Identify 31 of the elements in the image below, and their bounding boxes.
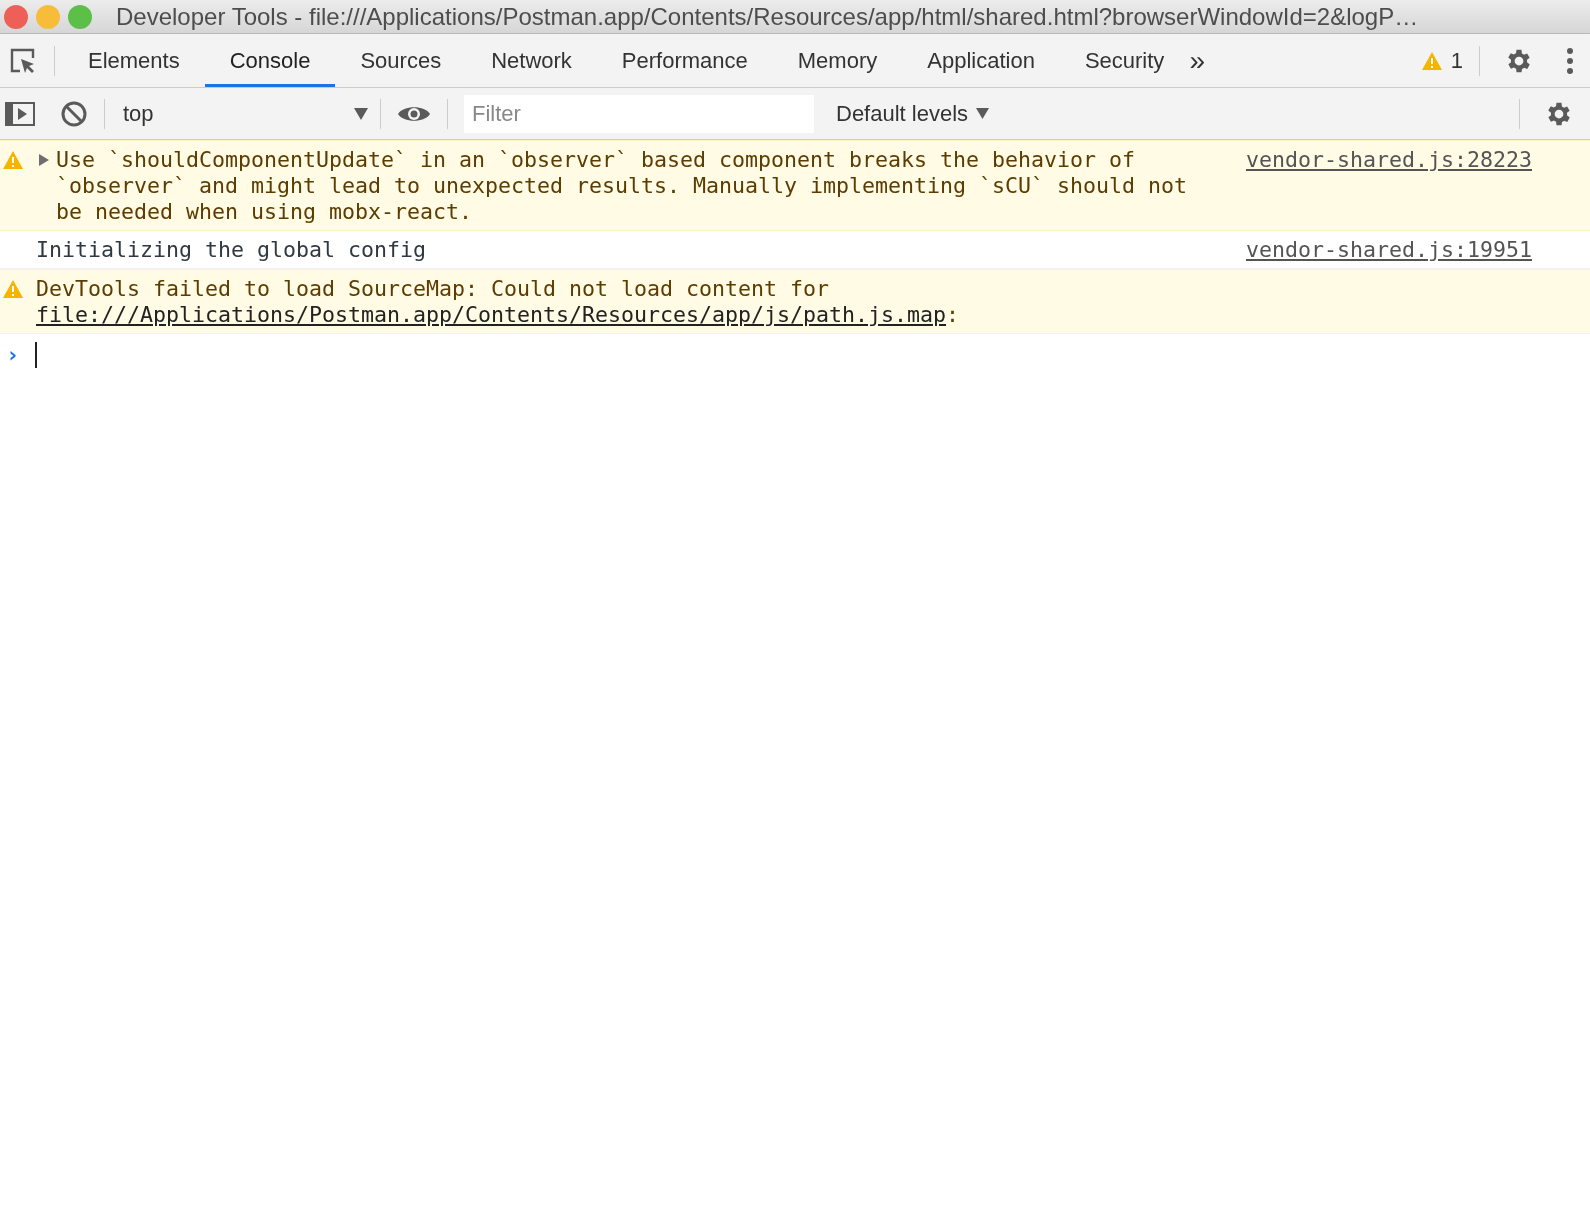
dropdown-caret-icon bbox=[976, 108, 990, 119]
expand-triangle-icon[interactable] bbox=[38, 152, 50, 168]
panel-tab[interactable]: Sources bbox=[335, 34, 467, 87]
panel-tab[interactable]: Application bbox=[902, 34, 1060, 87]
prompt-chevron: › bbox=[6, 341, 20, 369]
dropdown-caret-icon bbox=[354, 107, 368, 120]
window-title: Developer Tools - file:///Applications/Postman.app/Contents/Resources/app/html/shared.html?browserWindowId=2&logP… bbox=[116, 1, 1419, 32]
console-message: Use `shouldComponentUpdate` in an `observer` based component breaks the behavior of `observer` and might lead to unexpected results. Manually implementing `sCU` should not be needed when using mobx-react. bbox=[56, 147, 1189, 225]
context-dropdown[interactable]: top bbox=[105, 97, 380, 130]
file-link[interactable]: file:///Applications/Postman.app/Contents/Resources/app/js/path.js.map bbox=[36, 302, 947, 327]
panel-tab[interactable]: Security bbox=[1059, 34, 1190, 87]
panel-tab[interactable]: Performance bbox=[596, 34, 773, 87]
warning-icon bbox=[1420, 50, 1443, 71]
clear-console-icon[interactable] bbox=[60, 99, 88, 128]
text-cursor[interactable] bbox=[35, 341, 38, 368]
panel-tab[interactable]: Network bbox=[466, 34, 597, 87]
more-options-icon[interactable] bbox=[1566, 45, 1574, 76]
sidebar-toggle-icon[interactable] bbox=[4, 99, 36, 128]
warning-icon bbox=[2, 279, 24, 299]
panel-tab[interactable]: Memory bbox=[772, 34, 903, 87]
console-message: DevTools failed to load SourceMap: Could not load content for file:///Applications/Postman.app/Contents/Resources/app/js/path.js.map: bbox=[36, 276, 961, 328]
levels-dropdown[interactable]: Default levels bbox=[830, 96, 996, 131]
console-message: Initializing the global config bbox=[36, 237, 428, 263]
source-link[interactable]: vendor-shared.js:28223 bbox=[1246, 147, 1532, 173]
source-link[interactable]: vendor-shared.js:19951 bbox=[1246, 237, 1532, 263]
close-window-button[interactable] bbox=[4, 4, 28, 29]
warning-icon bbox=[2, 150, 24, 170]
panel-tab[interactable]: Elements bbox=[63, 34, 205, 87]
more-tabs-button[interactable]: » bbox=[1189, 34, 1205, 87]
filter-field[interactable]: Filter bbox=[464, 94, 814, 133]
warning-count[interactable]: 1 bbox=[1450, 44, 1463, 77]
